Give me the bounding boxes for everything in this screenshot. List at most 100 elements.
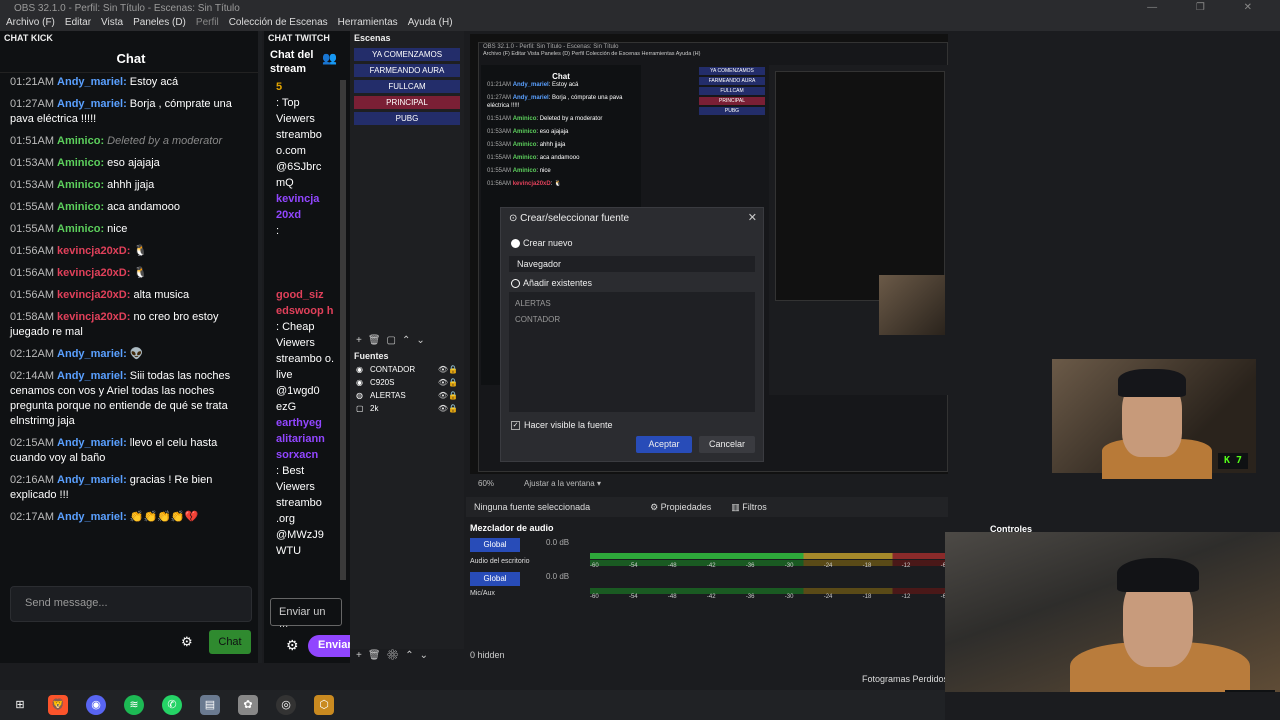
- scene-item[interactable]: FARMEANDO AURA: [354, 64, 460, 77]
- eye-lock-icon[interactable]: 👁🔒: [438, 391, 458, 400]
- source-name-field[interactable]: Navegador: [509, 256, 755, 272]
- league-icon[interactable]: ⬡: [314, 695, 334, 715]
- scene-item[interactable]: PRINCIPAL: [354, 96, 460, 109]
- message-user[interactable]: Andy_mariel: [57, 98, 123, 110]
- app-icon[interactable]: ✿: [238, 695, 258, 715]
- message-user[interactable]: Andy_mariel: [57, 370, 123, 382]
- spotify-icon[interactable]: ≋: [124, 695, 144, 715]
- menu-item[interactable]: Archivo (F): [6, 17, 55, 31]
- windows-start-icon[interactable]: ⊞: [10, 695, 30, 715]
- nested-scene-item: PRINCIPAL: [699, 97, 765, 105]
- twitch-send-input[interactable]: Enviar un ...: [270, 598, 342, 630]
- message-text: aca andamooo: [107, 201, 180, 213]
- zoom-level[interactable]: 60%: [478, 479, 494, 489]
- fit-window[interactable]: Ajustar a la ventana ▾: [524, 479, 601, 489]
- nested-chat-message: 01:27AM Andy_mariel: Borja , cómprate un…: [487, 95, 623, 109]
- message-time: 01:55AM: [10, 223, 55, 235]
- message-user[interactable]: Aminico: [57, 157, 100, 169]
- twitch-send-button[interactable]: Enviar: [308, 635, 352, 657]
- close-icon[interactable]: ✕: [748, 211, 757, 224]
- chat-message: 01:53AM Aminico: eso ajajaja: [10, 157, 160, 169]
- scene-item[interactable]: FULLCAM: [354, 80, 460, 93]
- filters-button[interactable]: ▥ Filtros: [731, 502, 767, 512]
- scale-tick: -36: [745, 563, 755, 569]
- gear-icon[interactable]: ⚙: [286, 637, 299, 654]
- chat-message: 02:16AM Andy_mariel: gracias ! Re bien ex…: [10, 474, 213, 501]
- existing-source-item[interactable]: CONTADOR: [515, 312, 749, 328]
- source-item[interactable]: ◍ ALERTAS 👁🔒: [350, 389, 464, 402]
- discord-icon[interactable]: ◉: [86, 695, 106, 715]
- menu-item[interactable]: Perfil: [196, 17, 219, 31]
- gear-icon[interactable]: ⚙: [181, 634, 193, 650]
- menu-item[interactable]: Ayuda (H): [408, 17, 453, 31]
- properties-button[interactable]: ⚙ Propiedades: [650, 502, 711, 512]
- message-time: 02:17AM: [10, 511, 55, 523]
- chat-message: 02:14AM Andy_mariel: Siii todas las noche…: [10, 370, 231, 427]
- menu-item[interactable]: Paneles (D): [133, 17, 186, 31]
- scene-toolbar[interactable]: +🗑▢⌃⌄: [356, 335, 431, 346]
- chat-message: 01:56AM kevincja20xD: alta musica: [10, 289, 190, 301]
- message-user[interactable]: Aminico: [57, 201, 100, 213]
- radio-create-new[interactable]: Crear nuevo: [511, 238, 573, 249]
- source-toolbar[interactable]: +🗑⚙⌃⌄: [356, 650, 434, 661]
- message-user[interactable]: kevincja20xD: [57, 245, 127, 257]
- radio-add-existing[interactable]: Añadir existentes: [511, 278, 592, 289]
- eye-lock-icon[interactable]: 👁🔒: [438, 404, 458, 413]
- eye-lock-icon[interactable]: 👁🔒: [438, 378, 458, 387]
- menu-item[interactable]: Colección de Escenas: [229, 17, 328, 31]
- message-user[interactable]: Aminico: [57, 135, 100, 147]
- twitch-username[interactable]: earthyeg alitariann sorxacn: [276, 415, 338, 463]
- message-user[interactable]: kevincja20xD: [57, 267, 127, 279]
- message-user[interactable]: Aminico: [57, 179, 100, 191]
- source-item[interactable]: ◉ C920S 👁🔒: [350, 376, 464, 389]
- source-item[interactable]: ▢ 2k 👁🔒: [350, 402, 464, 415]
- kick-send-input[interactable]: Send message...: [10, 586, 252, 622]
- menu-item[interactable]: Vista: [101, 17, 123, 31]
- message-user[interactable]: Andy_mariel: [57, 348, 123, 360]
- source-item[interactable]: ◉ CONTADOR 👁🔒: [350, 363, 464, 376]
- desktop-meter: [590, 553, 946, 559]
- file-icon[interactable]: ▤: [200, 695, 220, 715]
- twitch-username[interactable]: good_siz edswoop h: [276, 287, 338, 319]
- kick-chat-button[interactable]: Chat: [209, 630, 251, 654]
- kick-dock-title: CHAT KICK: [4, 33, 53, 43]
- kick-badge-large: K 7: [1225, 690, 1275, 692]
- global-tag-mic: Global: [470, 572, 520, 586]
- existing-source-list: ALERTAS CONTADOR: [509, 292, 755, 412]
- visible-checkbox[interactable]: ✓ Hacer visible la fuente: [511, 420, 613, 431]
- message-user[interactable]: Andy_mariel: [57, 474, 123, 486]
- window-controls[interactable]: — ❐ ✕: [1147, 2, 1270, 13]
- scene-item[interactable]: PUBG: [354, 112, 460, 125]
- message-user[interactable]: kevincja20xD: [57, 289, 127, 301]
- twitch-scrollbar[interactable]: [340, 80, 346, 580]
- scale-tick: -54: [628, 594, 638, 600]
- message-user[interactable]: Aminico: [57, 223, 100, 235]
- scale-tick: -12: [901, 594, 911, 600]
- source-label: CONTADOR: [370, 365, 416, 374]
- twitch-username[interactable]: 5: [276, 79, 338, 95]
- existing-source-item[interactable]: ALERTAS: [515, 296, 749, 312]
- message-user[interactable]: Andy_mariel: [57, 76, 123, 88]
- message-time: 01:56AM: [10, 267, 55, 279]
- kick-scrollbar[interactable]: [258, 31, 262, 663]
- users-icon[interactable]: 👥: [322, 51, 337, 65]
- twitch-username[interactable]: kevincja 20xd: [276, 191, 338, 223]
- message-user[interactable]: Andy_mariel: [57, 437, 123, 449]
- menu-item[interactable]: Herramientas: [338, 17, 398, 31]
- cancel-button[interactable]: Cancelar: [699, 436, 755, 453]
- chat-message: 01:55AM Aminico: nice: [10, 223, 128, 235]
- accept-button[interactable]: Aceptar: [636, 436, 692, 453]
- message-time: 02:14AM: [10, 370, 55, 382]
- scene-item[interactable]: YA COMENZAMOS: [354, 48, 460, 61]
- window-title-bar: OBS 32.1.0 - Perfil: Sin Título - Escena…: [0, 0, 1280, 16]
- message-user[interactable]: kevincja20xD: [57, 311, 127, 323]
- nested-chat-message: 01:51AM Aminico: Deleted by a moderator: [487, 116, 603, 122]
- obs-icon[interactable]: ◎: [276, 695, 296, 715]
- camera-icon: ◉: [356, 378, 363, 387]
- brave-icon[interactable]: 🦁: [48, 695, 68, 715]
- message-user[interactable]: Andy_mariel: [57, 511, 123, 523]
- scale-tick: -54: [628, 563, 638, 569]
- whatsapp-icon[interactable]: ✆: [162, 695, 182, 715]
- menu-item[interactable]: Editar: [65, 17, 91, 31]
- eye-lock-icon[interactable]: 👁🔒: [438, 365, 458, 374]
